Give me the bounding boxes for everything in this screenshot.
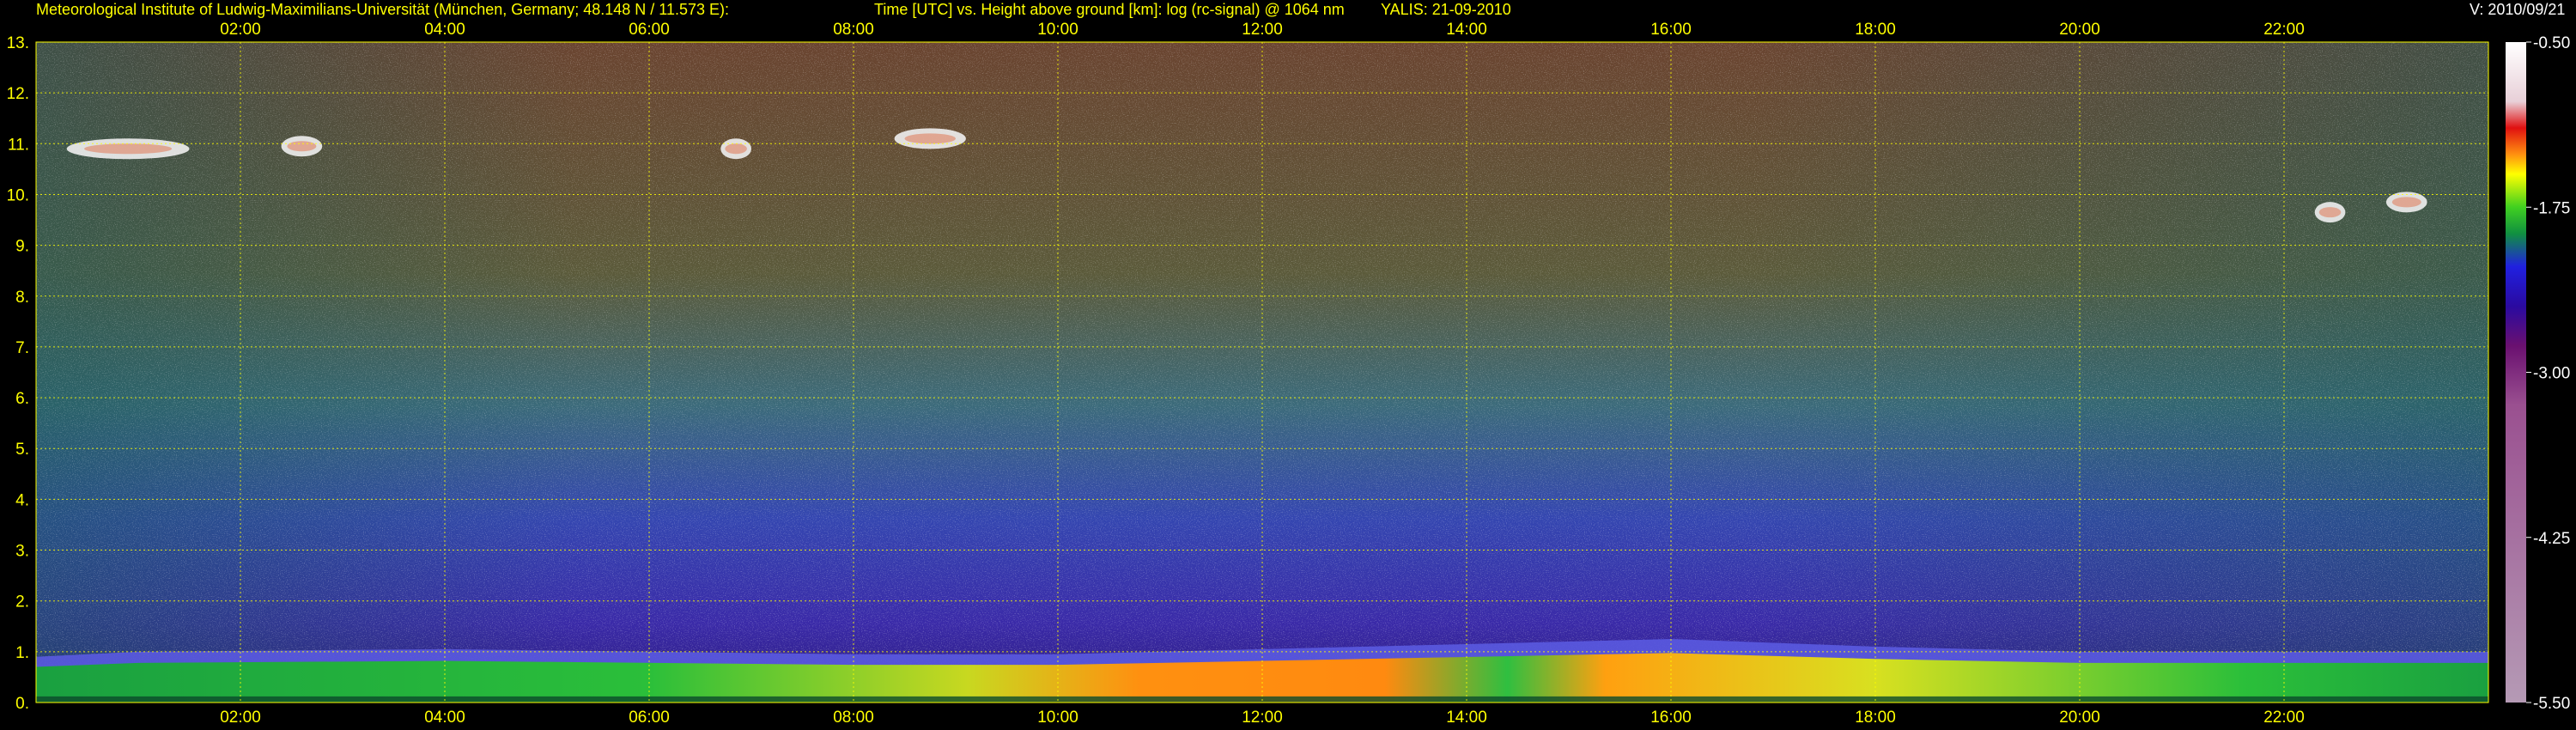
x-tick-label: 20:00 — [2059, 709, 2100, 727]
cirrus-cloud-core-4 — [2318, 207, 2342, 218]
cirrus-cloud-core-0 — [84, 143, 173, 155]
x-tick-label: 22:00 — [2263, 709, 2305, 727]
colorbar-tick-label: -5.50 — [2533, 695, 2570, 713]
x-tick-label-top: 12:00 — [1242, 21, 1283, 39]
x-tick-label: 18:00 — [1855, 709, 1896, 727]
x-tick-label: 12:00 — [1242, 709, 1283, 727]
y-tick-label: 6. — [15, 390, 29, 408]
y-tick-label: 11. — [8, 136, 29, 154]
x-tick-label: 16:00 — [1650, 709, 1692, 727]
y-tick-label: 8. — [15, 289, 29, 307]
x-tick-label-top: 10:00 — [1037, 21, 1078, 39]
y-tick-label: 2. — [15, 593, 29, 611]
y-tick-label: 4. — [15, 491, 29, 509]
y-tick-label: 13. — [7, 34, 29, 52]
x-tick-label: 04:00 — [424, 709, 465, 727]
colorbar-tick-label: -0.50 — [2533, 34, 2570, 52]
x-tick-label-top: 18:00 — [1855, 21, 1896, 39]
x-tick-label: 10:00 — [1037, 709, 1078, 727]
cirrus-cloud-core-2 — [725, 143, 747, 155]
x-tick-label-top: 22:00 — [2263, 21, 2305, 39]
x-tick-label-top: 08:00 — [833, 21, 874, 39]
y-tick-label: 1. — [15, 644, 29, 662]
x-tick-label: 08:00 — [833, 709, 874, 727]
y-tick-label: 7. — [15, 339, 29, 357]
colorbar-scale — [2506, 42, 2526, 703]
y-tick-label: 10. — [7, 186, 29, 204]
x-tick-label: 14:00 — [1446, 709, 1487, 727]
x-tick-label-top: 06:00 — [629, 21, 670, 39]
x-tick-label-top: 20:00 — [2059, 21, 2100, 39]
cirrus-cloud-core-3 — [904, 133, 956, 144]
x-tick-label-top: 16:00 — [1650, 21, 1692, 39]
y-tick-label: 12. — [7, 85, 29, 103]
cirrus-cloud-core-5 — [2391, 197, 2421, 208]
lidar-heatmap-chart: 02:00 02:00 04:00 04:00 06:00 06:00 08:00 08:00… — [7, 21, 2571, 727]
x-tick-label: 02:00 — [220, 709, 261, 727]
x-tick-label-top: 14:00 — [1446, 21, 1487, 39]
x-tick-label: 06:00 — [629, 709, 670, 727]
colorbar-tick-label: -1.75 — [2533, 199, 2570, 217]
y-tick-label: 9. — [15, 238, 29, 256]
y-tick-label: 3. — [15, 543, 29, 561]
x-tick-label-top: 02:00 — [220, 21, 261, 39]
colorbar-tick-label: -4.25 — [2533, 530, 2570, 548]
colorbar-tick-label: -3.00 — [2533, 365, 2570, 383]
x-tick-label-top: 04:00 — [424, 21, 465, 39]
y-tick-label: 5. — [15, 441, 29, 459]
cirrus-cloud-core-1 — [287, 141, 317, 152]
y-tick-label: 0. — [15, 695, 29, 713]
